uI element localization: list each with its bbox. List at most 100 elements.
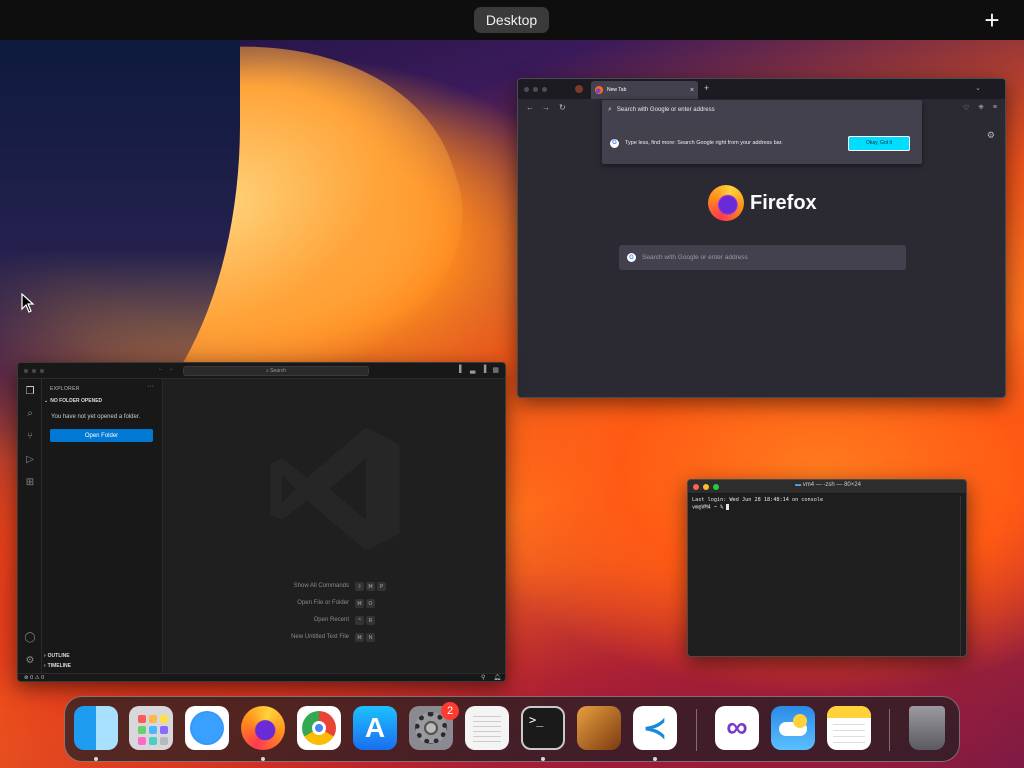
app-store-icon[interactable]: A — [353, 706, 397, 750]
search-icon[interactable]: ⌕ — [24, 408, 36, 420]
running-indicator — [94, 757, 98, 761]
pinned-tab-icon[interactable] — [575, 85, 583, 93]
reload-icon[interactable]: ↻ — [559, 103, 566, 112]
desktop-space-button[interactable]: Desktop — [474, 7, 549, 33]
firefox-window[interactable]: New Tab × + ⌄ ← → ↻ ♡ ⎈ ≡ ⌕ Search with … — [517, 78, 1006, 398]
dock: A 2 >_ ≺ ∞ — [64, 696, 960, 762]
extensions-icon[interactable]: ⎈ — [978, 104, 984, 112]
notes-icon[interactable] — [827, 706, 871, 750]
shortcut-open-recent: Open Recent ^ R — [163, 614, 505, 631]
toggle-panel-icon[interactable]: ▃ — [470, 366, 475, 374]
newtab-search-placeholder: Search with Google or enter address — [642, 254, 748, 261]
firefox-icon[interactable] — [241, 706, 285, 750]
bell-icon[interactable]: 🔔︎ — [493, 674, 501, 681]
terminal-window[interactable]: ▬ vm4 — -zsh — 80×24 Last login: Wed Jun… — [687, 479, 967, 657]
source-control-icon[interactable]: ⑂ — [24, 431, 36, 443]
no-folder-header: NO FOLDER OPENED — [50, 398, 103, 404]
add-space-button[interactable]: + — [980, 6, 1004, 34]
command-center-search[interactable]: ⌕ Search — [183, 366, 369, 376]
folder-icon: ▬ — [795, 482, 802, 488]
url-bar-placeholder: Search with Google or enter address — [616, 107, 715, 113]
search-icon: ⌕ — [608, 106, 612, 113]
firefox-tab-icon — [595, 86, 603, 94]
explorer-icon[interactable]: ❐ — [24, 386, 36, 398]
extensions-icon[interactable]: ⊞ — [24, 477, 36, 489]
shortcut-show-all-commands: Show All Commands ⇧ ⌘ P — [163, 580, 505, 597]
pocket-icon[interactable]: ♡ — [963, 104, 969, 112]
open-folder-button[interactable]: Open Folder — [50, 429, 153, 442]
terminal-title: ▬ vm4 — -zsh — 80×24 — [795, 482, 861, 488]
search-tip-text: Type less, find more: Search Google righ… — [625, 140, 783, 146]
new-tab-button[interactable]: + — [704, 83, 709, 93]
gear-icon[interactable]: ⚙ — [24, 655, 36, 667]
run-debug-icon[interactable]: ▷ — [24, 454, 36, 466]
account-icon[interactable]: ◯ — [24, 632, 36, 644]
dock-separator — [696, 709, 697, 751]
back-arrow-icon[interactable]: ← — [526, 103, 534, 112]
toggle-sidebar-icon[interactable]: ▌ — [459, 366, 464, 374]
terminal-output[interactable]: Last login: Wed Jun 28 18:48:14 on conso… — [688, 494, 966, 515]
trash-icon[interactable] — [909, 706, 945, 750]
outline-section[interactable]: › OUTLINE — [44, 653, 70, 659]
terminal-line: Last login: Wed Jun 28 18:48:14 on conso… — [692, 497, 824, 503]
firefox-logo-icon — [708, 185, 744, 221]
customize-layout-icon[interactable]: ▦ — [492, 366, 499, 374]
newtab-search-input[interactable]: G Search with Google or enter address — [619, 245, 906, 270]
editor-area: Show All Commands ⇧ ⌘ P Open File or Folde… — [163, 379, 505, 673]
timeline-section[interactable]: › TIMELINE — [44, 663, 71, 669]
mission-control-bar: Desktop + — [0, 0, 1024, 40]
running-indicator — [261, 757, 265, 761]
safari-icon[interactable] — [185, 706, 229, 750]
firefox-wordmark: Firefox — [750, 191, 817, 214]
gear-icon[interactable]: ⚙ — [987, 130, 995, 141]
layout-controls: ▌ ▃ ▐ ▦ — [459, 366, 499, 374]
chevron-right-icon: › — [44, 663, 46, 669]
no-folder-message: You have not yet opened a folder. — [51, 414, 141, 420]
garageband-icon[interactable] — [577, 706, 621, 750]
chevron-down-icon[interactable]: ⌄ — [975, 84, 981, 92]
launchpad-icon[interactable] — [129, 706, 173, 750]
tab-new-tab[interactable]: New Tab × — [591, 81, 698, 99]
outline-header: OUTLINE — [47, 653, 70, 659]
url-bar-input[interactable]: ⌕ Search with Google or enter address — [602, 100, 922, 120]
activity-bar: ❐ ⌕ ⑂ ▷ ⊞ ◯ ⚙ — [18, 379, 42, 673]
chrome-icon[interactable] — [297, 706, 341, 750]
terminal-icon[interactable]: >_ — [521, 706, 565, 750]
forward-arrow-icon[interactable]: → — [542, 103, 550, 112]
editor-shortcuts: Show All Commands ⇧ ⌘ P Open File or Folde… — [163, 580, 505, 648]
firefox-brand: Firefox — [708, 185, 817, 221]
vscode-title-bar: ←→ ⌕ Search ▌ ▃ ▐ ▦ — [18, 363, 505, 379]
google-icon: G — [627, 253, 636, 262]
vscode-watermark-icon — [270, 427, 400, 551]
search-tip: G Type less, find more: Search Google ri… — [602, 128, 922, 158]
visual-studio-icon[interactable]: ∞ — [715, 706, 759, 750]
weather-icon[interactable] — [771, 706, 815, 750]
command-center-label: Search — [270, 368, 287, 374]
tab-title: New Tab — [607, 87, 627, 93]
window-controls[interactable] — [524, 87, 547, 92]
window-controls[interactable] — [24, 369, 44, 373]
close-tab-icon[interactable]: × — [690, 87, 694, 94]
shortcut-new-untitled-file: New Untitled Text File ⌘ N — [163, 631, 505, 648]
nav-arrows[interactable]: ←→ — [158, 366, 178, 372]
explorer-title: EXPLORER — [50, 386, 80, 392]
vscode-window[interactable]: ←→ ⌕ Search ▌ ▃ ▐ ▦ ❐ ⌕ ⑂ ▷ ⊞ ◯ ⚙ EXPLOR… — [17, 362, 506, 682]
terminal-prompt-line: vm@VM4 ~ % — [692, 504, 962, 512]
finder-icon[interactable] — [74, 706, 118, 750]
menu-icon[interactable]: ≡ — [993, 104, 997, 112]
more-actions-icon[interactable]: ··· — [147, 383, 154, 390]
notification-badge: 2 — [441, 702, 459, 720]
broadcast-icon[interactable]: ⚲ — [481, 674, 485, 681]
chevron-right-icon: › — [44, 653, 46, 659]
no-folder-section[interactable]: ⌄ NO FOLDER OPENED — [44, 398, 102, 404]
problems-status[interactable]: ⊗ 0 ⚠ 0 — [24, 675, 44, 681]
running-indicator — [541, 757, 545, 761]
terminal-scrollbar[interactable] — [960, 496, 964, 656]
terminal-title-bar: ▬ vm4 — -zsh — 80×24 — [688, 480, 966, 494]
textedit-icon[interactable] — [465, 706, 509, 750]
toggle-secondary-sidebar-icon[interactable]: ▐ — [481, 366, 486, 374]
mouse-pointer-icon — [21, 293, 35, 313]
vscode-icon[interactable]: ≺ — [633, 706, 677, 750]
chevron-down-icon: ⌄ — [44, 398, 49, 404]
okay-got-it-button[interactable]: Okay, Got it — [848, 135, 910, 151]
